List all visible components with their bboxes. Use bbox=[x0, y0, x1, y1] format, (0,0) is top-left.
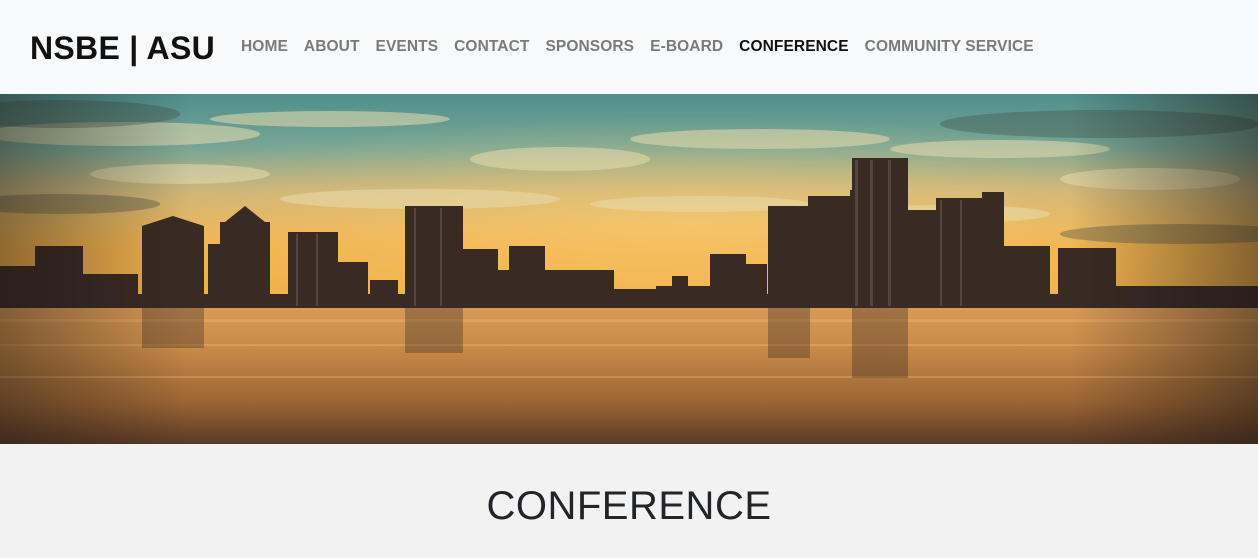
nav-community-service[interactable]: COMMUNITY SERVICE bbox=[865, 37, 1034, 57]
hero-image bbox=[0, 94, 1258, 444]
conference-section: CONFERENCE bbox=[0, 444, 1258, 558]
main-nav: HOME ABOUT EVENTS CONTACT SPONSORS E-BOA… bbox=[241, 37, 1050, 57]
nav-conference[interactable]: CONFERENCE bbox=[739, 37, 849, 57]
nav-sponsors[interactable]: SPONSORS bbox=[545, 37, 634, 57]
brand-logo-link[interactable]: NSBE | ASU bbox=[30, 28, 215, 68]
top-navbar: NSBE | ASU HOME ABOUT EVENTS CONTACT SPO… bbox=[0, 0, 1258, 94]
nav-about[interactable]: ABOUT bbox=[304, 37, 360, 57]
nav-e-board[interactable]: E-BOARD bbox=[650, 37, 723, 57]
nav-contact[interactable]: CONTACT bbox=[454, 37, 529, 57]
section-title: CONFERENCE bbox=[486, 484, 772, 528]
nav-home[interactable]: HOME bbox=[241, 37, 288, 57]
city-skyline-image bbox=[0, 94, 1258, 444]
nav-events[interactable]: EVENTS bbox=[376, 37, 439, 57]
